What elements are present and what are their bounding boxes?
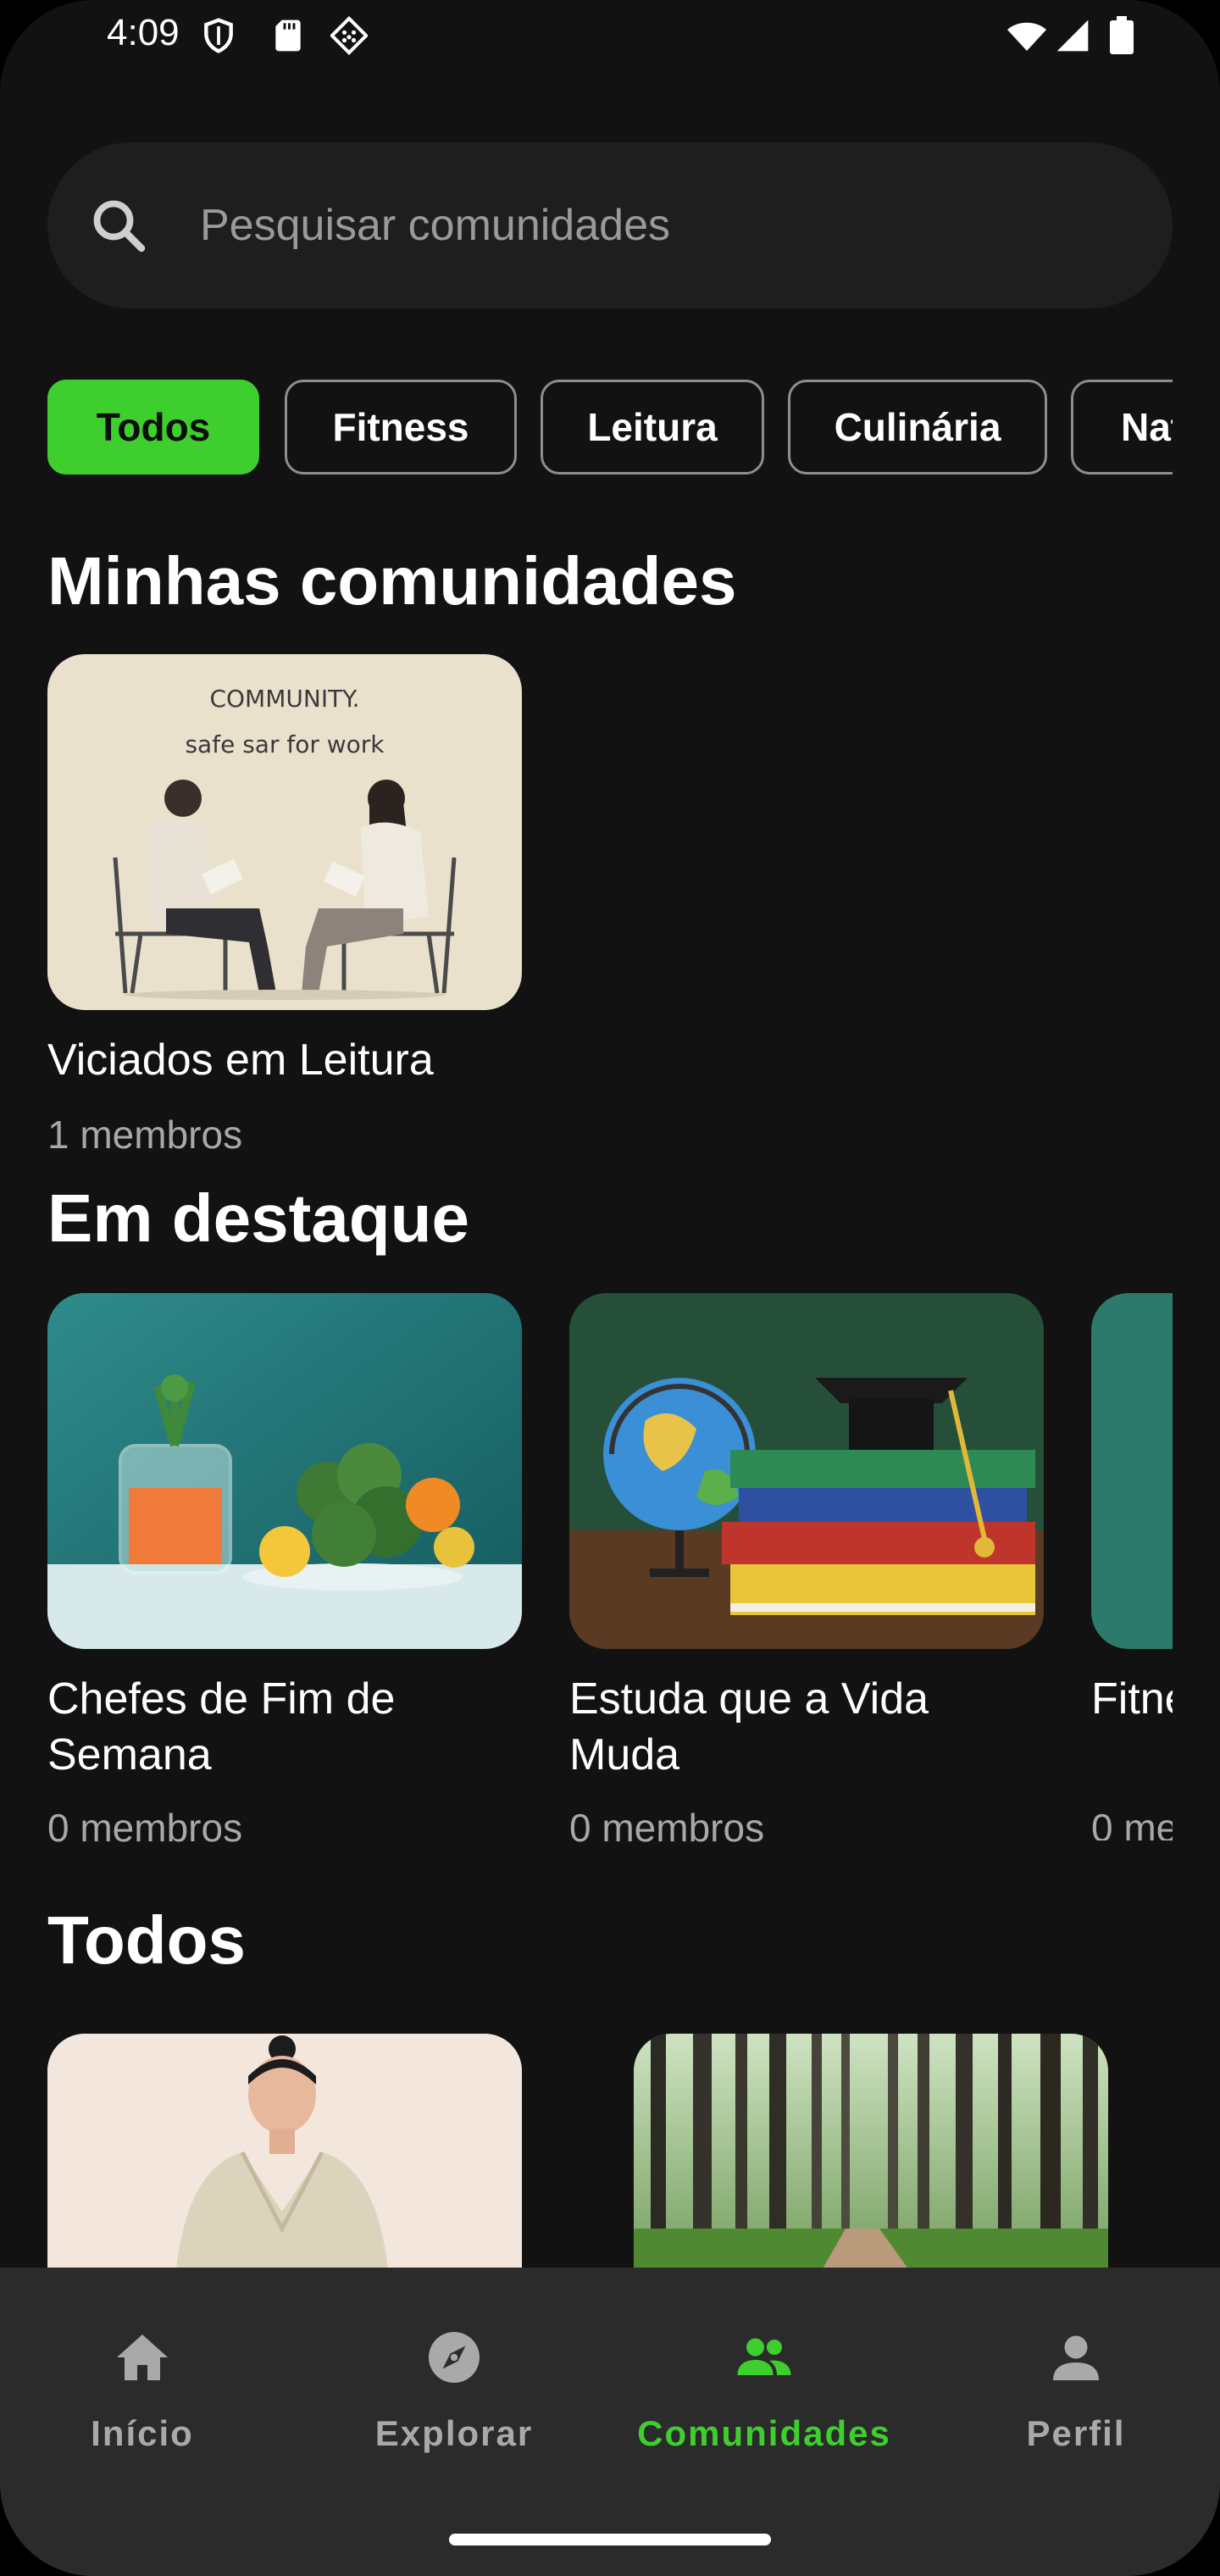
image-text-subtitle: safe sar for work bbox=[185, 730, 385, 758]
community-title[interactable]: Viciados em Leitura bbox=[47, 1032, 522, 1088]
featured-members-2: 0 membros bbox=[569, 1806, 765, 1850]
chip-leitura[interactable]: Leitura bbox=[541, 380, 764, 475]
home-indicator[interactable] bbox=[449, 2534, 771, 2545]
books-globe-photo bbox=[569, 1293, 1044, 1649]
image-text-community: COMMUNITY. bbox=[209, 685, 359, 713]
nav-label-inicio: Início bbox=[91, 2413, 194, 2453]
vegetables-photo bbox=[47, 1293, 522, 1649]
community-image-chefes[interactable] bbox=[47, 1293, 522, 1649]
section-title-all: Todos bbox=[47, 1902, 247, 1978]
forest-photo bbox=[634, 2034, 1108, 2288]
category-chips: Todos Fitness Leitura Culinária Natureza bbox=[47, 380, 1173, 476]
reading-illustration: COMMUNITY. safe sar for work bbox=[113, 685, 457, 1000]
community-image-viciados-em-leitura[interactable]: COMMUNITY. safe sar for work bbox=[47, 654, 522, 1010]
search-input[interactable] bbox=[200, 185, 1132, 266]
featured-card-3-text-clip: Fitness 0 membros bbox=[1091, 1671, 1173, 1840]
featured-title-1[interactable]: Chefes de Fim de Semana bbox=[47, 1671, 522, 1783]
featured-title-2[interactable]: Estuda que a Vida Muda bbox=[569, 1671, 1044, 1783]
nav-explorar[interactable]: Explorar bbox=[327, 2318, 581, 2488]
nav-perfil[interactable]: Perfil bbox=[949, 2318, 1203, 2488]
compass-icon bbox=[429, 2332, 480, 2383]
community-image-fitness[interactable] bbox=[1091, 1293, 1173, 1649]
app-notification-icon bbox=[330, 15, 368, 56]
bottom-navigation: Início Explorar Comunidades Perfil bbox=[0, 2268, 1220, 2576]
wifi-icon bbox=[1007, 22, 1046, 51]
meditation-illustration bbox=[47, 2034, 522, 2288]
nav-label-perfil: Perfil bbox=[1026, 2413, 1126, 2453]
featured-title-3[interactable]: Fitness bbox=[1091, 1671, 1173, 1727]
featured-members-3: 0 membros bbox=[1091, 1806, 1173, 1840]
community-image-estuda[interactable] bbox=[569, 1293, 1044, 1649]
section-title-featured: Em destaque bbox=[47, 1180, 469, 1256]
sd-card-icon bbox=[275, 19, 301, 52]
battery-icon bbox=[1110, 16, 1134, 54]
section-title-my-communities: Minhas comunidades bbox=[47, 543, 737, 619]
search-icon bbox=[93, 200, 146, 253]
featured-members-1: 0 membros bbox=[47, 1806, 243, 1850]
chip-fitness[interactable]: Fitness bbox=[285, 380, 517, 475]
chip-culinaria[interactable]: Culinária bbox=[788, 380, 1047, 475]
home-icon bbox=[117, 2334, 168, 2380]
signal-icon bbox=[1056, 19, 1089, 52]
people-icon bbox=[737, 2338, 791, 2375]
nav-comunidades[interactable]: Comunidades bbox=[637, 2318, 891, 2488]
person-icon bbox=[1053, 2335, 1099, 2380]
community-image-meditation[interactable] bbox=[47, 2034, 522, 2288]
status-bar: 4:09 bbox=[0, 0, 1220, 76]
nav-label-comunidades: Comunidades bbox=[637, 2413, 891, 2453]
app-screen: 4:09 Todos Fi bbox=[0, 0, 1220, 2576]
community-members: 1 membros bbox=[47, 1113, 243, 1157]
nav-label-explorar: Explorar bbox=[374, 2413, 534, 2453]
community-image-forest[interactable] bbox=[634, 2034, 1108, 2288]
nav-inicio[interactable]: Início bbox=[15, 2318, 269, 2488]
chip-todos[interactable]: Todos bbox=[47, 380, 259, 475]
chip-natureza[interactable]: Natureza bbox=[1071, 380, 1173, 475]
status-time: 4:09 bbox=[107, 12, 180, 53]
shield-icon bbox=[204, 18, 233, 53]
search-bar[interactable] bbox=[47, 142, 1173, 308]
